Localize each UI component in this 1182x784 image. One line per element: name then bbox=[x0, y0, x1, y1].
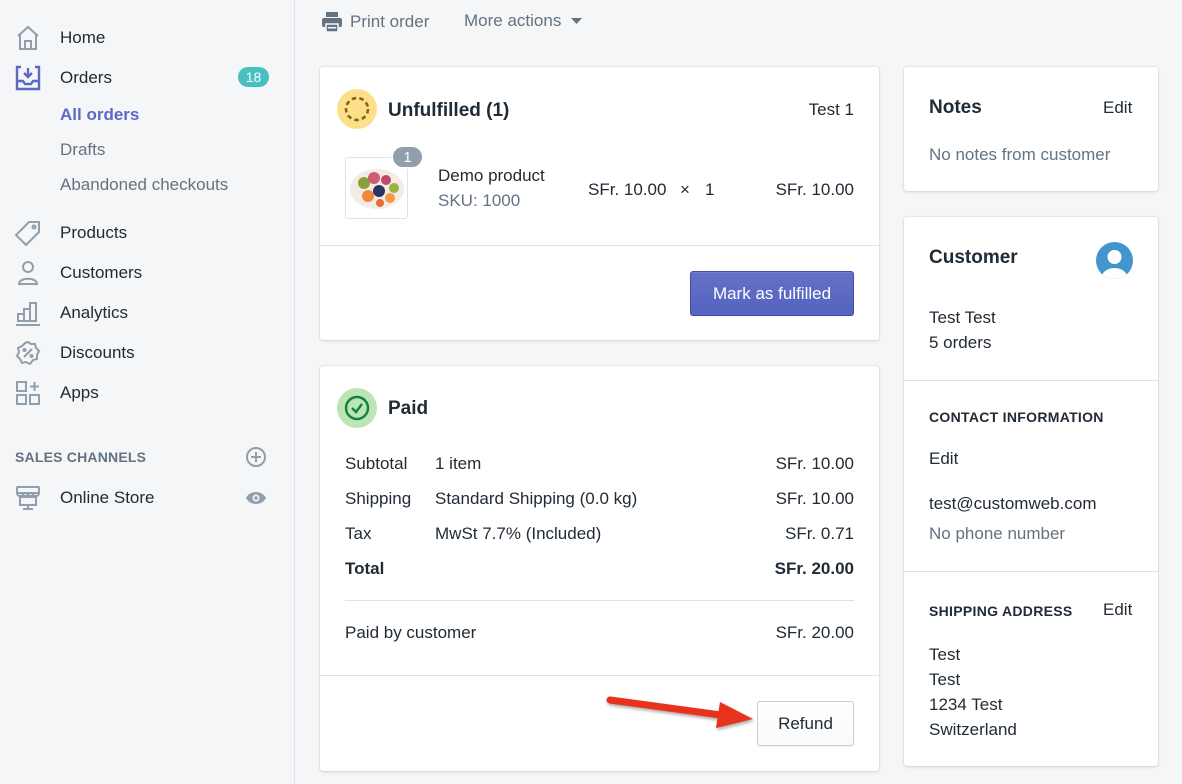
subtotal-label: Subtotal bbox=[345, 454, 408, 473]
mark-as-fulfilled-button[interactable]: Mark as fulfilled bbox=[690, 271, 854, 316]
store-icon bbox=[14, 484, 42, 512]
address-line: 1234 Test bbox=[929, 695, 1003, 714]
sidebar-item-apps[interactable]: Apps bbox=[0, 375, 294, 411]
sidebar-item-home[interactable]: Home bbox=[0, 20, 294, 56]
address-line: Test bbox=[929, 670, 961, 689]
paid-footer-divider bbox=[320, 675, 879, 676]
product-link[interactable]: Demo product bbox=[438, 166, 545, 186]
caret-down-icon bbox=[571, 17, 583, 25]
notes-title: Notes bbox=[929, 97, 982, 118]
paid-title: Paid bbox=[388, 398, 429, 419]
discount-icon bbox=[14, 339, 42, 367]
home-icon bbox=[14, 24, 42, 52]
unit-price: SFr. 10.00 bbox=[588, 180, 667, 199]
contact-info-title: CONTACT INFORMATION bbox=[929, 409, 1104, 425]
customer-divider-2 bbox=[904, 571, 1158, 572]
paid-by-label: Paid by customer bbox=[345, 623, 477, 642]
shipping-desc: Standard Shipping (0.0 kg) bbox=[435, 489, 638, 508]
notes-edit-link[interactable]: Edit bbox=[1103, 98, 1132, 118]
contact-edit-link[interactable]: Edit bbox=[929, 449, 958, 469]
apps-icon bbox=[14, 379, 42, 407]
add-sales-channel-icon[interactable] bbox=[245, 446, 267, 468]
tax-label: Tax bbox=[345, 524, 372, 543]
tax-amount: SFr. 0.71 bbox=[785, 524, 854, 543]
tag-icon bbox=[14, 219, 42, 247]
notes-card bbox=[904, 67, 1158, 191]
shipping-label: Shipping bbox=[345, 489, 412, 508]
person-icon bbox=[14, 259, 42, 287]
shipping-edit-link[interactable]: Edit bbox=[1103, 600, 1132, 620]
paid-divider bbox=[345, 600, 854, 601]
sidebar: Home Orders 18 All orders Drafts Abandon… bbox=[0, 0, 295, 784]
total-label: Total bbox=[345, 559, 385, 578]
sidebar-sub-abandoned-checkouts[interactable]: Abandoned checkouts bbox=[60, 175, 228, 195]
print-order-button[interactable]: Print order bbox=[321, 11, 429, 33]
shipping-address-title: SHIPPING ADDRESS bbox=[929, 603, 1073, 619]
orders-count-badge: 18 bbox=[238, 67, 269, 87]
product-sku: SKU: 1000 bbox=[438, 191, 521, 210]
times-sign: × bbox=[680, 180, 690, 199]
annotation-arrow-icon bbox=[606, 696, 753, 728]
more-actions-dropdown[interactable]: More actions bbox=[464, 11, 583, 31]
notes-text: No notes from customer bbox=[929, 145, 1111, 164]
customer-avatar[interactable] bbox=[1096, 242, 1133, 279]
printer-icon bbox=[321, 11, 343, 33]
address-line: Test bbox=[929, 645, 961, 664]
customer-divider-1 bbox=[904, 380, 1158, 381]
sales-channels-title: SALES CHANNELS bbox=[15, 449, 147, 465]
bar-chart-icon bbox=[14, 299, 42, 327]
customer-email-link[interactable]: test@customweb.com bbox=[929, 494, 1096, 514]
subtotal-desc: 1 item bbox=[435, 454, 482, 473]
quantity-badge: 1 bbox=[391, 145, 424, 169]
customer-orders-link[interactable]: 5 orders bbox=[929, 333, 991, 353]
sidebar-item-discounts[interactable]: Discounts bbox=[0, 335, 294, 371]
paid-by-amount: SFr. 20.00 bbox=[775, 623, 854, 642]
customer-title: Customer bbox=[929, 247, 1018, 268]
tax-desc: MwSt 7.7% (Included) bbox=[435, 524, 602, 543]
shipping-amount: SFr. 10.00 bbox=[775, 489, 854, 508]
unfulfilled-title: Unfulfilled (1) bbox=[388, 100, 510, 121]
unfulfilled-divider bbox=[320, 245, 879, 246]
sidebar-item-customers[interactable]: Customers bbox=[0, 255, 294, 291]
eye-icon[interactable] bbox=[245, 488, 267, 508]
subtotal-amount: SFr. 10.00 bbox=[775, 454, 854, 473]
line-total: SFr. 10.00 bbox=[775, 180, 854, 199]
customer-phone: No phone number bbox=[929, 524, 1066, 543]
line-quantity: 1 bbox=[705, 180, 715, 199]
address-line: Switzerland bbox=[929, 720, 1017, 739]
location-label: Test 1 bbox=[808, 100, 854, 119]
sidebar-item-products[interactable]: Products bbox=[0, 215, 294, 251]
paid-status-icon bbox=[337, 388, 377, 428]
refund-button[interactable]: Refund bbox=[757, 701, 854, 746]
sidebar-sub-drafts[interactable]: Drafts bbox=[60, 140, 105, 160]
sidebar-item-analytics[interactable]: Analytics bbox=[0, 295, 294, 331]
unfulfilled-status-icon bbox=[337, 89, 377, 129]
sidebar-sub-all-orders[interactable]: All orders bbox=[60, 105, 139, 125]
total-amount: SFr. 20.00 bbox=[774, 559, 854, 578]
customer-name-link[interactable]: Test Test bbox=[929, 308, 996, 328]
orders-icon bbox=[14, 64, 42, 92]
